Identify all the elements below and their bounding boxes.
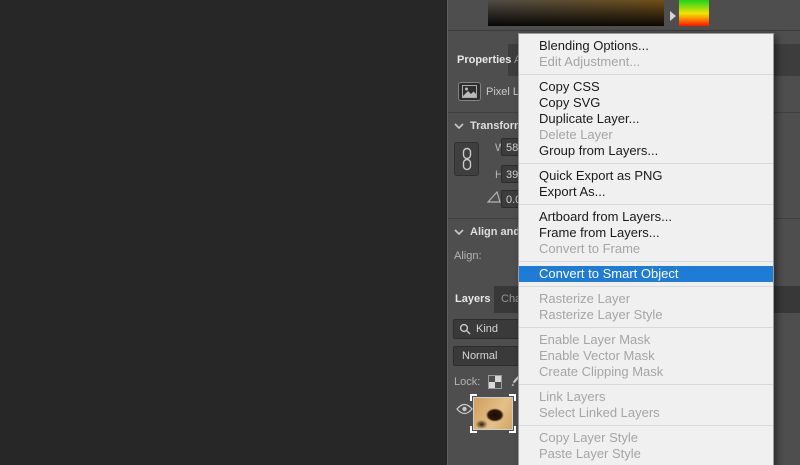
menu-item-rasterize-layer-style: Rasterize Layer Style [519, 307, 773, 323]
lock-transparency-icon[interactable] [488, 375, 502, 389]
menu-item-paste-layer-style: Paste Layer Style [519, 446, 773, 462]
layer-thumbnail[interactable] [473, 397, 513, 430]
menu-item-duplicate-layer[interactable]: Duplicate Layer... [519, 111, 773, 127]
menu-item-enable-vector-mask: Enable Vector Mask [519, 348, 773, 364]
menu-item-blending-options[interactable]: Blending Options... [519, 38, 773, 54]
selection-corner-icon [470, 394, 477, 401]
menu-item-convert-to-smart-object[interactable]: Convert to Smart Object [519, 266, 773, 282]
layer-context-menu: Blending Options... Edit Adjustment... C… [518, 33, 774, 465]
menu-item-quick-export-png[interactable]: Quick Export as PNG [519, 168, 773, 184]
menu-separator [519, 425, 773, 426]
transform-section-title: Transform [470, 118, 524, 134]
menu-item-copy-layer-style: Copy Layer Style [519, 430, 773, 446]
menu-item-copy-svg[interactable]: Copy SVG [519, 95, 773, 111]
rotation-angle-icon [487, 191, 501, 203]
selection-corner-icon [470, 426, 477, 433]
menu-item-delete-layer: Delete Layer [519, 127, 773, 143]
pixel-layer-icon [458, 82, 481, 101]
menu-item-link-layers: Link Layers [519, 389, 773, 405]
blend-mode-value: Normal [462, 347, 497, 365]
align-label: Align: [454, 248, 482, 264]
selection-corner-icon [509, 426, 516, 433]
menu-item-edit-adjustment: Edit Adjustment... [519, 54, 773, 70]
menu-item-create-clipping-mask: Create Clipping Mask [519, 364, 773, 380]
chevron-down-icon[interactable] [454, 228, 464, 236]
coffee-photo-image[interactable] [0, 190, 176, 465]
hue-slider[interactable] [679, 0, 709, 26]
menu-item-frame-from-layers[interactable]: Frame from Layers... [519, 225, 773, 241]
chain-link-icon [461, 147, 473, 171]
menu-item-group-from-layers[interactable]: Group from Layers... [519, 143, 773, 159]
layer-visibility-eye-icon[interactable] [456, 403, 473, 415]
menu-item-select-linked-layers: Select Linked Layers [519, 405, 773, 421]
search-icon [459, 323, 471, 335]
menu-item-export-as[interactable]: Export As... [519, 184, 773, 200]
selection-corner-icon [509, 394, 516, 401]
saturation-brightness-field[interactable] [488, 0, 664, 26]
lock-label: Lock: [454, 373, 480, 391]
menu-separator [519, 384, 773, 385]
tab-properties[interactable]: Properties [448, 44, 508, 76]
menu-separator [519, 327, 773, 328]
chevron-down-icon[interactable] [454, 122, 464, 130]
menu-separator [519, 261, 773, 262]
menu-item-enable-layer-mask: Enable Layer Mask [519, 332, 773, 348]
color-picker-panel [448, 0, 800, 31]
link-dimensions-button[interactable] [454, 142, 479, 176]
menu-item-rasterize-layer: Rasterize Layer [519, 291, 773, 307]
photoshop-window: Properties Adjustments Pixel Layer Trans… [0, 0, 800, 465]
tab-layers[interactable]: Layers [448, 286, 494, 313]
document-canvas[interactable] [0, 0, 447, 465]
menu-separator [519, 163, 773, 164]
menu-separator [519, 286, 773, 287]
layer-filter-value: Kind [476, 320, 498, 338]
menu-item-copy-css[interactable]: Copy CSS [519, 79, 773, 95]
menu-item-convert-to-frame: Convert to Frame [519, 241, 773, 257]
hue-slider-triangle-icon[interactable] [670, 11, 676, 21]
menu-item-artboard-from-layers[interactable]: Artboard from Layers... [519, 209, 773, 225]
menu-separator [519, 74, 773, 75]
menu-separator [519, 204, 773, 205]
